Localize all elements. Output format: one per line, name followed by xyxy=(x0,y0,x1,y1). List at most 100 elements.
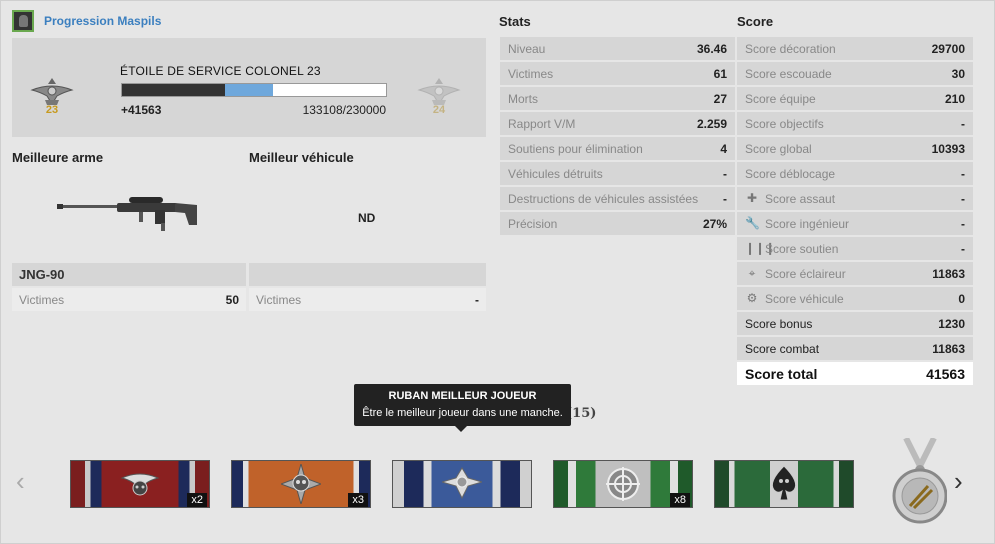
score-row: Score bonus 1230 xyxy=(737,312,973,335)
ammo-icon: ❙❙❙ xyxy=(745,241,776,255)
score-heading: Score xyxy=(737,14,774,29)
winged-emblem-icon xyxy=(442,467,482,500)
current-rank-number: 23 xyxy=(45,104,59,116)
stats-row-label: Véhicules détruits xyxy=(508,167,603,181)
stats-row-label: Victimes xyxy=(508,67,554,81)
rank-progress-box: 23 ÉTOILE DE SERVICE COLONEL 23 +41563 1… xyxy=(12,38,486,137)
stats-row-value: 61 xyxy=(713,67,727,81)
score-row-value: - xyxy=(961,217,965,231)
score-row-value: 0 xyxy=(958,292,965,306)
score-row: Score combat 11863 xyxy=(737,337,973,360)
score-row-value: - xyxy=(961,242,965,256)
stats-row-label: Rapport V/M xyxy=(508,117,576,131)
stats-row-value: - xyxy=(723,192,727,206)
score-row-label: Score assaut xyxy=(765,192,836,206)
score-row-label: Score ingénieur xyxy=(765,217,850,231)
ribbon-count: x8 xyxy=(670,493,690,507)
gear-icon: ⚙ xyxy=(746,291,758,305)
score-row-label: Score déblocage xyxy=(745,167,836,181)
ribbon-spade-skull[interactable] xyxy=(714,460,854,508)
stats-row-label: Niveau xyxy=(508,42,546,56)
score-row-value: - xyxy=(961,167,965,181)
best-weapon-name-row[interactable]: JNG-90 xyxy=(12,263,246,286)
score-row-label: Score global xyxy=(745,142,812,156)
stats-row-label: Soutiens pour élimination xyxy=(508,142,643,156)
score-row-value: 29700 xyxy=(931,42,965,56)
stats-row-value: - xyxy=(723,167,727,181)
score-row-value: 11863 xyxy=(932,267,965,281)
profile-header: Progression Maspils xyxy=(12,9,161,33)
stats-row-value: 4 xyxy=(720,142,727,156)
stats-row: Véhicules détruits - xyxy=(500,162,735,185)
score-total-row: Score total 41563 xyxy=(737,362,973,385)
plus-icon: ✚ xyxy=(746,191,758,205)
score-row: Score escouade 30 xyxy=(737,62,973,85)
best-vehicle-kills-row: Victimes - xyxy=(249,288,486,311)
progress-earned xyxy=(122,84,225,96)
stats-row: Destructions de véhicules assistées - xyxy=(500,187,735,210)
best-vehicle-heading: Meilleur véhicule xyxy=(249,150,354,165)
stats-row-value: 36.46 xyxy=(696,42,727,56)
score-row-label: Score total xyxy=(745,366,818,382)
stats-row-label: Destructions de véhicules assistées xyxy=(508,192,699,206)
score-row: ✚ Score assaut - xyxy=(737,187,973,210)
sniper-rifle-icon[interactable] xyxy=(57,195,199,235)
wrench-icon: 🔧 xyxy=(745,216,760,230)
ribbon-count: x3 xyxy=(348,493,368,507)
stats-row: Niveau 36.46 xyxy=(500,37,735,60)
ribbon-sniper[interactable]: x8 xyxy=(553,460,693,508)
score-row-value: 11863 xyxy=(932,342,965,356)
best-vehicle-value: ND xyxy=(358,211,376,225)
score-row-label: Score combat xyxy=(745,342,820,356)
tooltip-title: RUBAN MEILLEUR JOUEUR xyxy=(388,390,537,402)
score-row: ⌖ Score éclaireur 11863 xyxy=(737,262,973,285)
stats-row-value: 27 xyxy=(713,92,727,106)
stats-row: Victimes 61 xyxy=(500,62,735,85)
best-weapon-heading: Meilleure arme xyxy=(12,150,104,165)
spade-skull-emblem-icon xyxy=(771,465,797,501)
ribbon-count: x2 xyxy=(187,493,207,507)
carousel-next-arrow-icon[interactable]: › xyxy=(954,468,963,494)
avatar[interactable] xyxy=(12,10,34,32)
carousel-prev-arrow-icon[interactable]: ‹ xyxy=(16,468,25,494)
progress-gained xyxy=(225,84,273,96)
crosshair-icon: ⌖ xyxy=(748,266,756,280)
best-weapon-kills-row: Victimes 50 xyxy=(12,288,246,311)
vehicle-kills-value: - xyxy=(475,293,479,307)
rank-progress-bar xyxy=(121,83,387,97)
score-row-value: 10393 xyxy=(931,142,965,156)
score-row: Score global 10393 xyxy=(737,137,973,160)
weapon-kills-value: 50 xyxy=(225,293,239,307)
ribbon-eagle[interactable]: x2 xyxy=(70,460,210,508)
medal-icon[interactable] xyxy=(892,438,947,528)
tooltip-description: Être le meilleur joueur dans une manche. xyxy=(362,407,563,419)
stats-row: Rapport V/M 2.259 xyxy=(500,112,735,135)
score-row-label: Score décoration xyxy=(745,42,836,56)
score-row-label: Score véhicule xyxy=(765,292,844,306)
score-row-value: 210 xyxy=(944,92,965,106)
rank-name: ÉTOILE DE SERVICE COLONEL 23 xyxy=(120,64,321,78)
score-row-value: - xyxy=(961,192,965,206)
stats-row: Précision 27% xyxy=(500,212,735,235)
ribbon-best-player[interactable] xyxy=(392,460,532,508)
vehicle-kills-label: Victimes xyxy=(256,293,302,307)
weapon-kills-label: Victimes xyxy=(19,293,65,307)
score-row: 🔧 Score ingénieur - xyxy=(737,212,973,235)
score-row-value: 41563 xyxy=(926,366,965,382)
page-title[interactable]: Progression Maspils xyxy=(44,14,161,28)
score-row-label: Score soutien xyxy=(765,242,839,256)
ribbon-tooltip: RUBAN MEILLEUR JOUEUR Être le meilleur j… xyxy=(354,384,571,432)
score-row-label: Score objectifs xyxy=(745,117,824,131)
score-row-label: Score bonus xyxy=(745,317,813,331)
ribbon-skull-star[interactable]: x3 xyxy=(231,460,371,508)
stats-row-label: Morts xyxy=(508,92,538,106)
eagle-emblem-icon xyxy=(120,473,160,496)
best-weapon-name[interactable]: JNG-90 xyxy=(19,267,65,282)
score-row-label: Score équipe xyxy=(745,92,816,106)
score-row: Score objectifs - xyxy=(737,112,973,135)
stats-row: Morts 27 xyxy=(500,87,735,110)
score-row: Score décoration 29700 xyxy=(737,37,973,60)
score-row-value: 30 xyxy=(951,67,965,81)
stats-row-label: Précision xyxy=(508,217,558,231)
score-row: Score déblocage - xyxy=(737,162,973,185)
